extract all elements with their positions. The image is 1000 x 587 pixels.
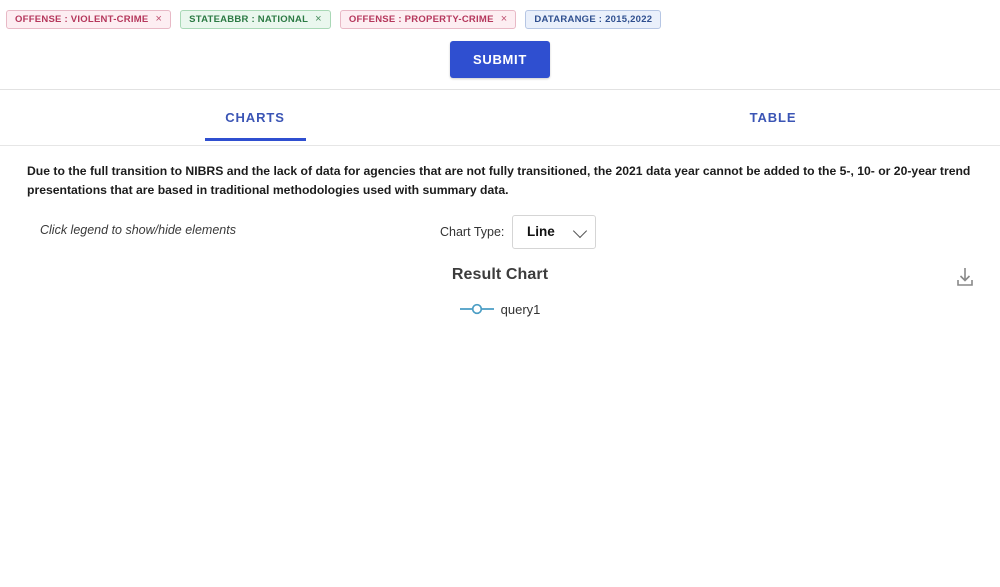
filter-chips-bar: OFFENSE : VIOLENT-CRIME × STATEABBR : NA… bbox=[0, 0, 1000, 32]
legend-item-query1[interactable]: query1 bbox=[501, 302, 541, 317]
filter-chip-offense-property-crime[interactable]: OFFENSE : PROPERTY-CRIME × bbox=[340, 10, 517, 29]
close-icon[interactable]: × bbox=[501, 14, 508, 25]
close-icon[interactable]: × bbox=[315, 14, 322, 25]
tab-charts[interactable]: CHARTS bbox=[225, 110, 285, 125]
nibrs-notice: Due to the full transition to NIBRS and … bbox=[27, 162, 973, 200]
filter-chip-stateabbr-national[interactable]: STATEABBR : NATIONAL × bbox=[180, 10, 331, 29]
filter-chip-label: STATEABBR : NATIONAL bbox=[189, 14, 308, 25]
chart-type-value: Line bbox=[527, 224, 555, 239]
chart-type-label: Chart Type: bbox=[440, 225, 504, 239]
legend-hint: Click legend to show/hide elements bbox=[40, 223, 236, 237]
tab-table[interactable]: TABLE bbox=[750, 110, 797, 125]
download-icon[interactable] bbox=[954, 266, 976, 290]
chart-controls: Click legend to show/hide elements Chart… bbox=[0, 212, 1000, 258]
filter-chip-offense-violent-crime[interactable]: OFFENSE : VIOLENT-CRIME × bbox=[6, 10, 171, 29]
page-root: OFFENSE : VIOLENT-CRIME × STATEABBR : NA… bbox=[0, 0, 1000, 587]
tab-active-indicator bbox=[205, 138, 306, 141]
chevron-down-icon bbox=[573, 224, 587, 238]
chart-type-select[interactable]: Line bbox=[512, 215, 596, 249]
filter-chip-label: DATARANGE : 2015,2022 bbox=[534, 14, 652, 25]
line-chart-plot: 9,500,0009,000,0008,500,0008,000,0007,50… bbox=[0, 320, 1000, 530]
chart-title: Result Chart bbox=[0, 258, 1000, 284]
chart-container: Result Chart query1 9,500,0009,000,0008,… bbox=[0, 258, 1000, 578]
submit-row: SUBMIT bbox=[0, 41, 1000, 78]
tab-bar: CHARTS TABLE bbox=[0, 90, 1000, 146]
chart-legend[interactable]: query1 bbox=[0, 302, 1000, 317]
filter-chip-datarange[interactable]: DATARANGE : 2015,2022 bbox=[525, 10, 661, 29]
filter-chip-label: OFFENSE : PROPERTY-CRIME bbox=[349, 14, 494, 25]
filter-chip-label: OFFENSE : VIOLENT-CRIME bbox=[15, 14, 148, 25]
submit-button[interactable]: SUBMIT bbox=[450, 41, 550, 78]
legend-marker-icon bbox=[460, 302, 494, 316]
close-icon[interactable]: × bbox=[155, 14, 162, 25]
